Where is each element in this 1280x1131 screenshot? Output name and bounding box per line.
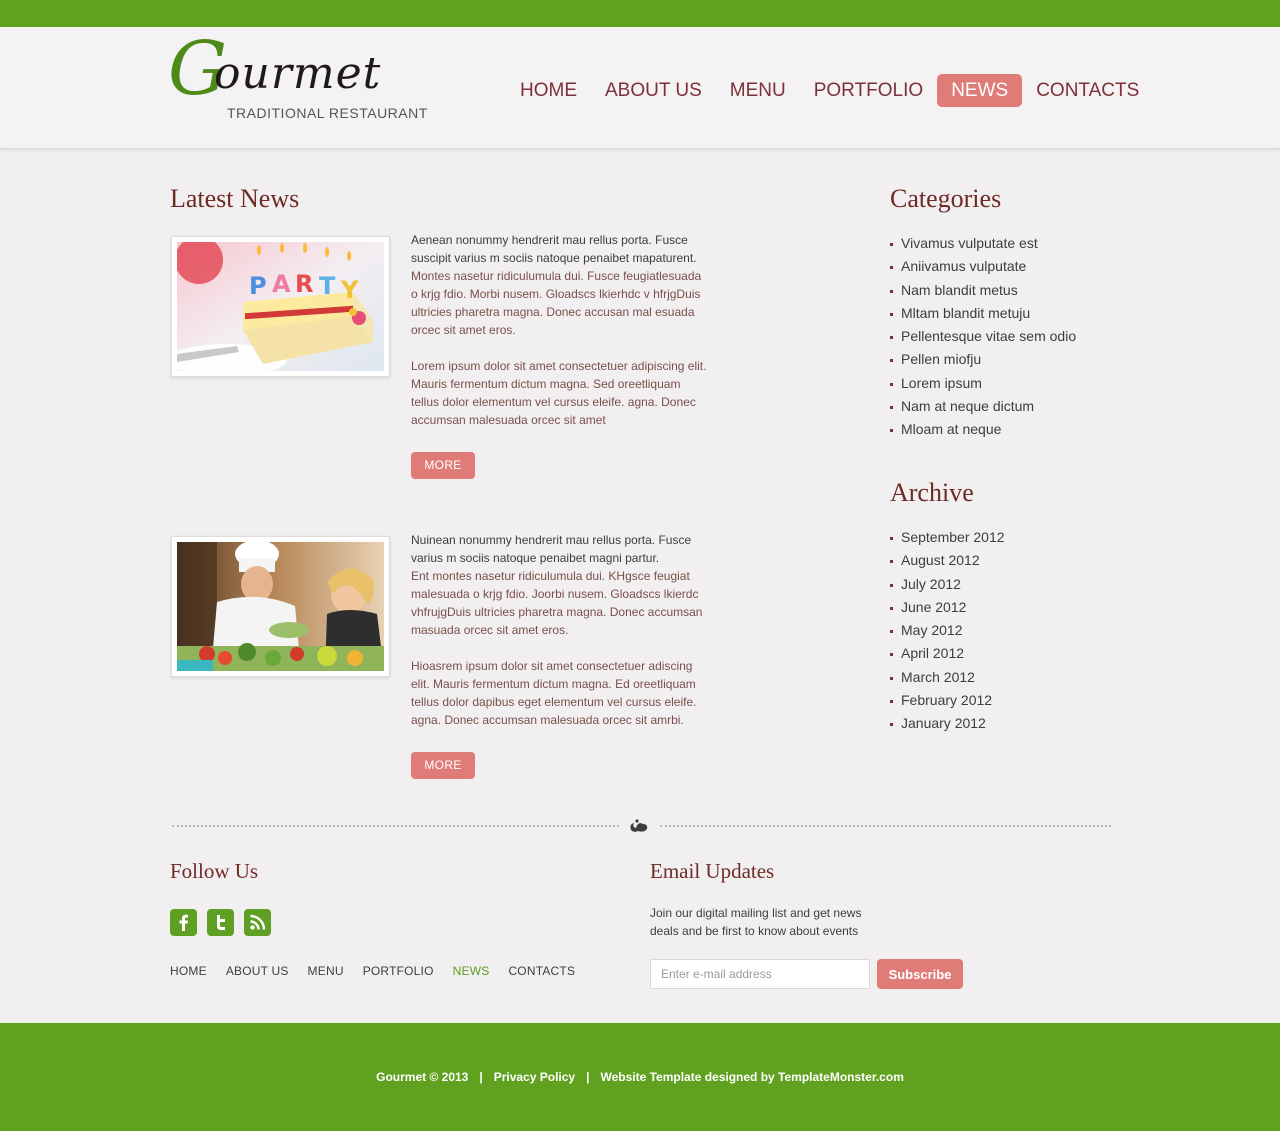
category-link[interactable]: Pellentesque vitae sem odio [890,325,1076,348]
post-2-body: Ent montes nasetur ridiculumula dui. KHg… [411,569,703,637]
nav-item-portfolio[interactable]: PORTFOLIO [800,74,937,107]
archive-link[interactable]: February 2012 [890,689,1005,712]
footer-nav-home[interactable]: HOME [170,964,207,978]
footer-nav-about-us[interactable]: ABOUT US [226,964,289,978]
logo-tagline: TRADITIONAL RESTAURANT [227,105,428,121]
subscribe-button[interactable]: Subscribe [877,959,963,989]
site-footer: Gourmet © 2013 | Privacy Policy | Website Te… [0,1023,1280,1131]
post-2-intro: Nuinean nonummy hendrerit mau rellus por… [411,533,692,565]
top-accent-strip [0,0,1280,27]
latest-news-heading: Latest News [170,184,300,213]
post-2-text: Nuinean nonummy hendrerit mau rellus por… [411,531,711,729]
twitter-icon[interactable] [207,909,234,936]
categories-heading: Categories [890,184,1002,213]
category-link[interactable]: Mltam blandit metuju [890,302,1076,325]
party-cake-photo: P A R T Y [177,242,384,371]
archive-list: September 2012 August 2012 July 2012 Jun… [890,526,1005,736]
section-divider-left [172,825,619,827]
post-2-extra: Hioasrem ipsum dolor sit amet consectetu… [411,659,697,727]
nav-item-news[interactable]: NEWS [937,74,1023,107]
category-link[interactable]: Aniivamus vulputate [890,255,1076,278]
svg-text:P: P [249,272,267,300]
footer-nav-news[interactable]: NEWS [453,964,490,978]
archive-link[interactable]: March 2012 [890,666,1005,689]
archive-link[interactable]: January 2012 [890,712,1005,735]
category-link[interactable]: Nam at neque dictum [890,395,1076,418]
nav-item-contacts[interactable]: CONTACTS [1022,74,1153,107]
categories-list: Vivamus vulputate est Aniivamus vulputat… [890,232,1076,442]
post-1-intro: Aenean nonummy hendrerit mau rellus port… [411,233,697,265]
archive-link[interactable]: April 2012 [890,642,1005,665]
section-divider-right [660,825,1111,827]
main-nav: HOME ABOUT US MENU PORTFOLIO NEWS CONTAC… [506,74,1153,107]
template-credit-link[interactable]: Website Template designed by TemplateMon… [600,1070,903,1084]
post-2-more-button[interactable]: MORE [411,752,475,779]
post-1-more-button[interactable]: MORE [411,452,475,479]
footer-credits: Gourmet © 2013 | Privacy Policy | Website Te… [0,1070,1280,1084]
logo-wordmark: ourmet [214,48,382,99]
nav-item-about-us[interactable]: ABOUT US [591,74,716,107]
nav-item-menu[interactable]: MENU [716,74,800,107]
svg-text:T: T [319,272,336,300]
archive-heading: Archive [890,478,974,507]
chefs-cooking-photo [177,542,384,671]
privacy-policy-link[interactable]: Privacy Policy [494,1070,575,1084]
archive-link[interactable]: June 2012 [890,596,1005,619]
archive-link[interactable]: July 2012 [890,573,1005,596]
email-description: Join our digital mailing list and get ne… [650,906,862,938]
category-link[interactable]: Pellen miofju [890,348,1076,371]
category-link[interactable]: Nam blandit metus [890,279,1076,302]
archive-link[interactable]: September 2012 [890,526,1005,549]
footer-nav-menu[interactable]: MENU [308,964,344,978]
svg-text:Y: Y [340,276,359,304]
footer-separator: | [479,1070,483,1084]
svg-text:A: A [272,270,291,298]
rss-icon[interactable] [244,909,271,936]
footer-separator: | [586,1070,590,1084]
email-updates-heading: Email Updates [650,859,775,883]
category-link[interactable]: Lorem ipsum [890,372,1076,395]
divider-ornament-icon [628,818,650,834]
category-link[interactable]: Vivamus vulputate est [890,232,1076,255]
post-2-thumbnail[interactable] [171,536,390,677]
footer-nav: HOME ABOUT US MENU PORTFOLIO NEWS CONTAC… [170,964,594,978]
facebook-icon[interactable] [170,909,197,936]
post-1-thumbnail[interactable]: P A R T Y [171,236,390,377]
category-link[interactable]: Mloam at neque [890,418,1076,441]
post-1-body: Montes nasetur ridiculumula dui. Fusce f… [411,269,702,337]
nav-item-home[interactable]: HOME [506,74,591,107]
footer-nav-contacts[interactable]: CONTACTS [508,964,575,978]
post-1-extra: Lorem ipsum dolor sit amet consectetuer … [411,359,707,427]
follow-us-heading: Follow Us [170,859,259,883]
archive-link[interactable]: May 2012 [890,619,1005,642]
site-logo[interactable]: G ourmet TRADITIONAL RESTAURANT [168,32,428,128]
copyright-text: Gourmet © 2013 [376,1070,469,1084]
email-field[interactable] [650,959,870,989]
footer-nav-portfolio[interactable]: PORTFOLIO [363,964,434,978]
svg-text:R: R [295,270,313,298]
archive-link[interactable]: August 2012 [890,549,1005,572]
post-1-text: Aenean nonummy hendrerit mau rellus port… [411,231,711,429]
